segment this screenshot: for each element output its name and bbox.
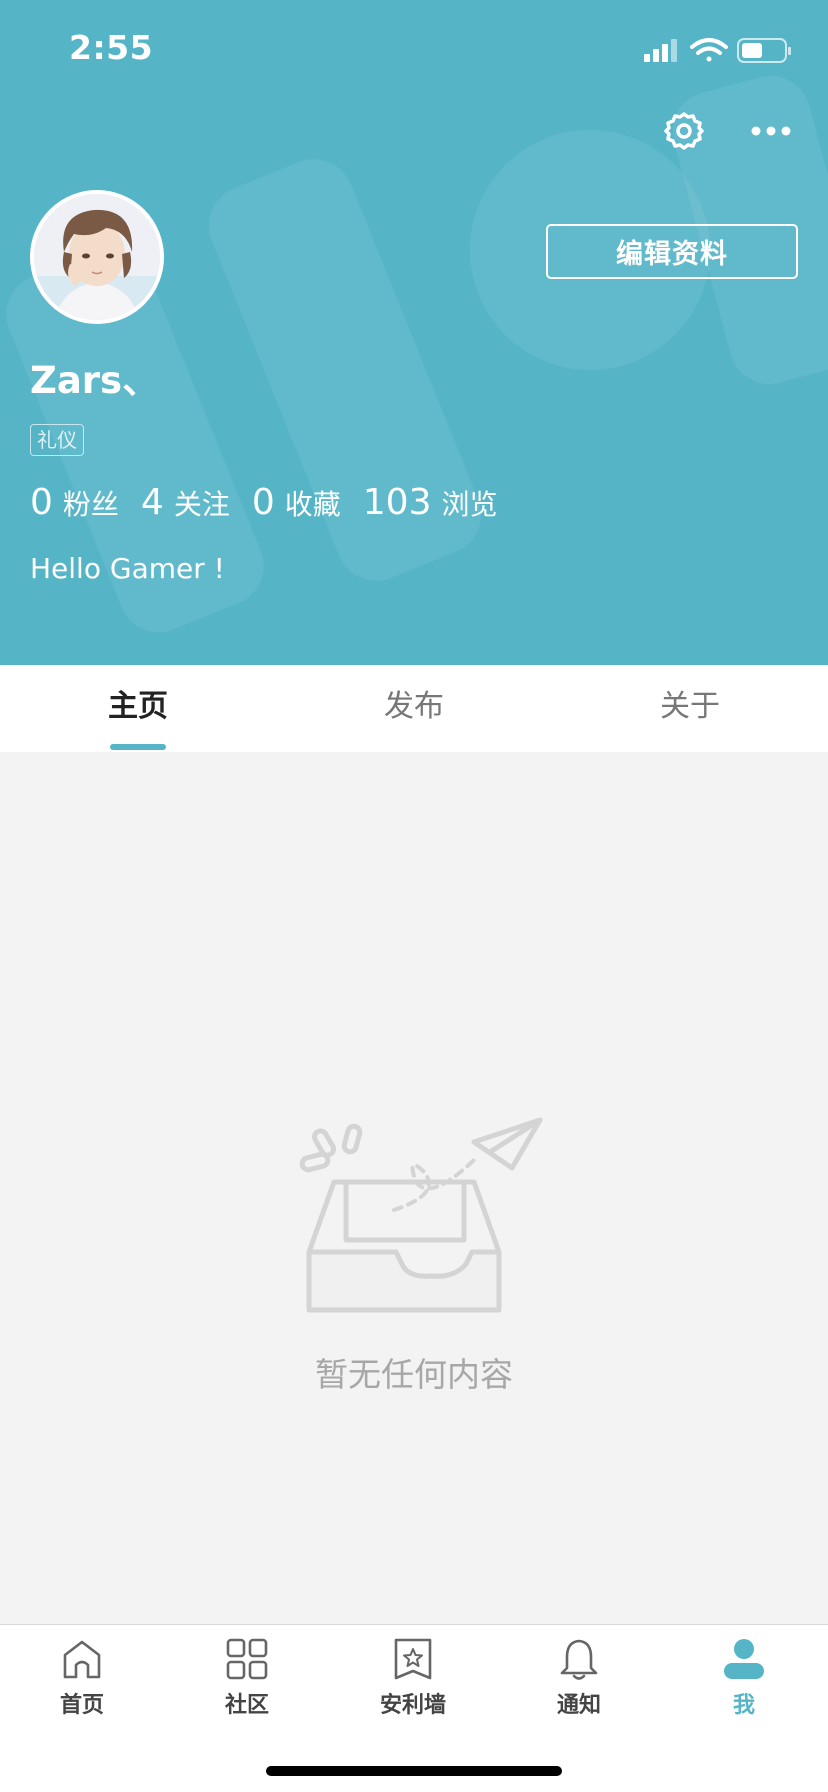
tab-posts[interactable]: 发布 — [276, 665, 552, 752]
settings-icon[interactable] — [664, 111, 704, 151]
more-icon[interactable] — [750, 122, 792, 140]
stat-value: 0 — [251, 482, 275, 523]
tab-active-indicator — [110, 744, 166, 750]
stat-label: 关注 — [173, 488, 230, 521]
nav-item-home[interactable]: 首页 — [27, 1637, 137, 1719]
wifi-icon — [690, 38, 728, 62]
tab-label: 主页 — [108, 688, 168, 724]
profile-tabs: 主页 发布 关于 — [0, 665, 828, 752]
bookmark-star-icon — [394, 1638, 432, 1680]
tab-about[interactable]: 关于 — [552, 665, 828, 752]
user-tag: 礼仪 — [30, 424, 84, 456]
bell-icon — [560, 1639, 598, 1680]
nav-label: 首页 — [59, 1693, 104, 1718]
stat-value: 0 — [30, 482, 53, 523]
stat-favorites[interactable]: 0 收藏 — [252, 482, 341, 523]
stat-value: 103 — [362, 482, 432, 523]
stat-label: 浏览 — [441, 488, 498, 521]
battery-icon — [737, 38, 791, 63]
nav-label: 通知 — [556, 1693, 601, 1718]
bio-text: Hello Gamer ! — [30, 552, 225, 585]
nav-label: 我 — [732, 1693, 755, 1718]
stat-label: 粉丝 — [62, 488, 119, 521]
avatar[interactable] — [30, 190, 164, 324]
nav-label: 社区 — [224, 1693, 269, 1718]
empty-inbox-icon — [299, 1117, 543, 1313]
status-icons — [644, 38, 791, 63]
username: Zars、 — [30, 359, 160, 402]
stats-row: 0 粉丝 4 关注 0 收藏 103 浏览 — [30, 482, 520, 523]
home-indicator — [266, 1766, 562, 1776]
nav-item-recommend-wall[interactable]: 安利墙 — [358, 1637, 468, 1719]
empty-state-text: 暂无任何内容 — [315, 1355, 513, 1394]
stat-following[interactable]: 4 关注 — [141, 482, 230, 523]
nav-item-notifications[interactable]: 通知 — [524, 1637, 634, 1719]
home-icon — [63, 1640, 101, 1679]
nav-item-community[interactable]: 社区 — [192, 1637, 302, 1719]
profile-header: 2:55 编辑资料 Zars、 礼仪 0 粉丝 4 关注 0 收藏 103 浏览… — [0, 0, 828, 665]
tab-label: 发布 — [384, 688, 444, 724]
stat-label: 收藏 — [284, 488, 341, 521]
status-time: 2:55 — [69, 28, 154, 67]
nav-item-me[interactable]: 我 — [689, 1637, 799, 1719]
nav-label: 安利墙 — [379, 1693, 446, 1718]
stat-views[interactable]: 103 浏览 — [363, 482, 498, 523]
stat-value: 4 — [140, 482, 164, 523]
tab-home[interactable]: 主页 — [0, 665, 276, 752]
avatar-illustration — [34, 194, 160, 320]
grid-icon — [226, 1638, 268, 1680]
stat-fans[interactable]: 0 粉丝 — [30, 482, 119, 523]
person-icon — [724, 1639, 764, 1679]
tab-label: 关于 — [660, 688, 720, 724]
cellular-signal-icon — [644, 39, 677, 62]
edit-profile-button[interactable]: 编辑资料 — [546, 224, 798, 279]
